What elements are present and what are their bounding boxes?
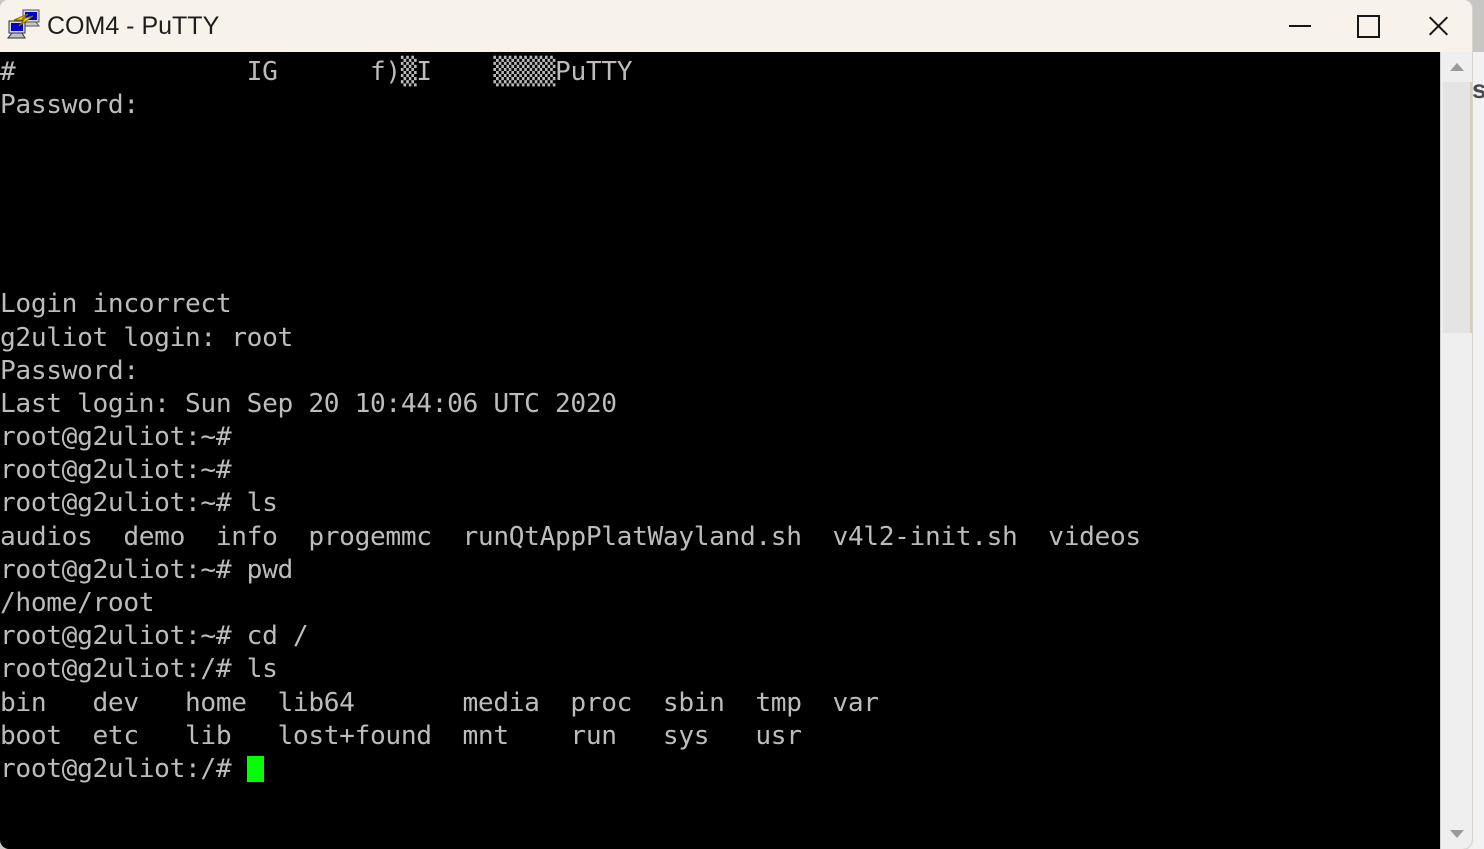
scroll-up-button[interactable] — [1441, 52, 1472, 82]
terminal-line: Login incorrect — [0, 289, 232, 320]
terminal-output: # IG f)▒I ▒▒▒▒PuTTY Password: Login incorr… — [0, 56, 1440, 786]
minimize-button[interactable] — [1265, 0, 1334, 52]
shade-block-glyph: ▒ — [508, 57, 525, 87]
terminal-line: root@g2uliot:/# — [0, 753, 1440, 786]
window-controls — [1265, 0, 1472, 52]
terminal-line: bin dev home lib64 media proc sbin tmp v… — [0, 687, 879, 718]
terminal-cursor — [246, 755, 265, 782]
shade-block-glyph: ▒ — [539, 57, 556, 87]
terminal-line: root@g2uliot:~# — [0, 455, 232, 486]
terminal-line: # IG f)▒I ▒▒▒▒PuTTY — [0, 57, 633, 87]
terminal-line: boot etc lib lost+found mnt run sys usr — [0, 720, 802, 751]
background-text-fragment: s — [1472, 74, 1484, 104]
terminal-line: root@g2uliot:~# cd / — [0, 621, 309, 652]
chevron-up-icon — [1449, 63, 1464, 71]
shade-block-glyph: ▒ — [493, 57, 509, 87]
terminal-line: root@g2uliot:/# ls — [0, 654, 278, 685]
terminal-line: g2uliot login: root — [0, 322, 293, 353]
terminal-line: Password: — [0, 90, 139, 121]
putty-window: COM4 - PuTTY # IG f)▒I ▒▒▒▒PuTTY Password… — [0, 0, 1472, 849]
terminal-line: Last login: Sun Sep 20 10:44:06 UTC 2020 — [0, 388, 617, 419]
terminal-line: root@g2uliot:~# — [0, 422, 232, 453]
shade-block-glyph: ▒ — [400, 57, 417, 87]
terminal-screen[interactable]: # IG f)▒I ▒▒▒▒PuTTY Password: Login incorr… — [0, 52, 1440, 849]
chevron-down-icon — [1449, 830, 1464, 838]
window-titlebar[interactable]: COM4 - PuTTY — [0, 0, 1472, 52]
minimize-icon — [1288, 25, 1311, 27]
terminal-scrollbar[interactable] — [1440, 52, 1472, 849]
scrollbar-track[interactable] — [1441, 82, 1472, 819]
terminal-line: audios demo info progemmc runQtAppPlatWa… — [0, 521, 1141, 552]
terminal-line: root@g2uliot:~# pwd — [0, 554, 293, 585]
terminal-line: Password: — [0, 355, 139, 386]
maximize-button[interactable] — [1334, 0, 1403, 52]
terminal-line: root@g2uliot:~# ls — [0, 488, 278, 519]
terminal-area[interactable]: # IG f)▒I ▒▒▒▒PuTTY Password: Login incorr… — [0, 52, 1472, 849]
close-icon — [1427, 15, 1449, 37]
maximize-icon — [1357, 14, 1380, 38]
close-button[interactable] — [1403, 0, 1472, 52]
screen-root: s COM4 - PuTTY # IG f)▒I ▒▒▒▒PuTTY Passw… — [0, 0, 1484, 849]
scrollbar-thumb[interactable] — [1443, 82, 1472, 333]
scroll-down-button[interactable] — [1441, 819, 1472, 849]
shade-block-glyph: ▒ — [524, 57, 540, 87]
terminal-line: /home/root — [0, 588, 155, 618]
putty-computers-lightning-icon — [6, 7, 42, 43]
window-title: COM4 - PuTTY — [47, 12, 220, 40]
